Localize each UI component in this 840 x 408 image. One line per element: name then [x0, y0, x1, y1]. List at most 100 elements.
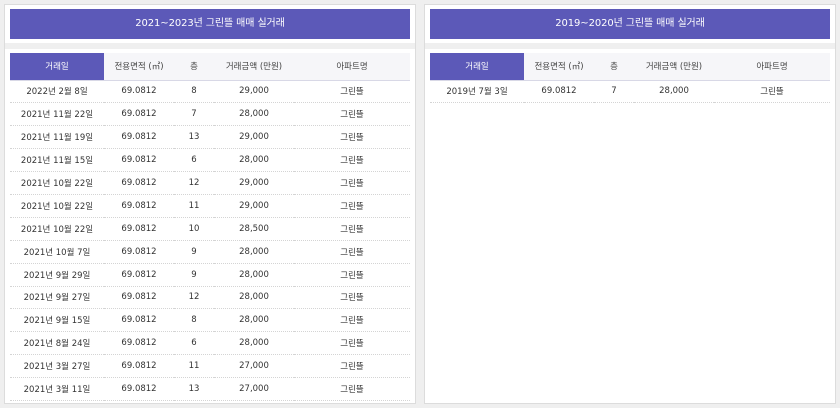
- cell-apt-name: 그린뜰: [294, 240, 410, 264]
- table-row: 2021년 10월 22일 69.0812 10 28,500 그린뜰: [10, 217, 410, 241]
- cell-floor: 6: [174, 148, 214, 173]
- cell-price: 29,000: [214, 125, 294, 150]
- cell-floor: 10: [174, 217, 214, 241]
- table-header-row: 거래일 전용면적 (㎡) 층 거래금액 (만원) 아파트명: [10, 53, 410, 81]
- cell-floor: 6: [174, 331, 214, 356]
- cell-apt-name: 그린뜰: [294, 263, 410, 287]
- table-row: 2021년 3월 11일 69.0812 13 27,000 그린뜰: [10, 377, 410, 401]
- cell-price: 29,000: [214, 80, 294, 104]
- cell-floor: 11: [174, 194, 214, 218]
- cell-price: 28,000: [634, 80, 714, 104]
- cell-apt-name: 그린뜰: [294, 217, 410, 241]
- cell-area: 69.0812: [104, 354, 174, 379]
- column-header-area: 전용면적 (㎡): [524, 53, 594, 81]
- cell-price: 28,000: [214, 240, 294, 264]
- cell-apt-name: 그린뜰: [294, 308, 410, 333]
- table-row: 2021년 8월 24일 69.0812 6 28,000 그린뜰: [10, 331, 410, 356]
- cell-floor: 7: [174, 102, 214, 127]
- column-header-floor: 층: [594, 53, 634, 81]
- cell-floor: 8: [174, 80, 214, 104]
- cell-area: 69.0812: [104, 148, 174, 173]
- cell-date: 2021년 8월 24일: [10, 331, 104, 356]
- table-row: 2021년 10월 22일 69.0812 12 29,000 그린뜰: [10, 171, 410, 195]
- cell-area: 69.0812: [104, 240, 174, 264]
- column-header-price: 거래금액 (만원): [634, 53, 714, 81]
- left-transactions-table: 거래일 전용면적 (㎡) 층 거래금액 (만원) 아파트명 2022년 2월 8…: [10, 53, 410, 401]
- cell-floor: 9: [174, 240, 214, 264]
- left-panel-title: 2021~2023년 그린뜰 매매 실거래: [10, 9, 410, 39]
- cell-price: 28,000: [214, 331, 294, 356]
- right-table-body: 2019년 7월 3일 69.0812 7 28,000 그린뜰: [430, 80, 830, 104]
- cell-apt-name: 그린뜰: [294, 354, 410, 379]
- left-panel: 2021~2023년 그린뜰 매매 실거래 거래일 전용면적 (㎡) 층 거래금…: [4, 4, 416, 404]
- column-header-date: 거래일: [430, 53, 524, 81]
- table-row: 2021년 3월 27일 69.0812 11 27,000 그린뜰: [10, 354, 410, 379]
- table-row: 2021년 11월 19일 69.0812 13 29,000 그린뜰: [10, 125, 410, 150]
- right-panel: 2019~2020년 그린뜰 매매 실거래 거래일 전용면적 (㎡) 층 거래금…: [424, 4, 836, 404]
- cell-date: 2021년 11월 15일: [10, 148, 104, 173]
- cell-price: 28,000: [214, 308, 294, 333]
- cell-price: 28,000: [214, 263, 294, 287]
- cell-date: 2022년 2월 8일: [10, 80, 104, 104]
- cell-apt-name: 그린뜰: [294, 125, 410, 150]
- cell-floor: 13: [174, 125, 214, 150]
- cell-area: 69.0812: [524, 80, 594, 104]
- table-row: 2021년 10월 22일 69.0812 11 29,000 그린뜰: [10, 194, 410, 218]
- column-header-price: 거래금액 (만원): [214, 53, 294, 81]
- cell-area: 69.0812: [104, 286, 174, 310]
- table-row: 2021년 10월 7일 69.0812 9 28,000 그린뜰: [10, 240, 410, 264]
- column-header-area: 전용면적 (㎡): [104, 53, 174, 81]
- cell-date: 2021년 3월 27일: [10, 354, 104, 379]
- cell-floor: 12: [174, 171, 214, 195]
- cell-area: 69.0812: [104, 194, 174, 218]
- left-panel-body: 거래일 전용면적 (㎡) 층 거래금액 (만원) 아파트명 2022년 2월 8…: [5, 43, 415, 403]
- cell-date: 2021년 10월 22일: [10, 217, 104, 241]
- right-panel-body: 거래일 전용면적 (㎡) 층 거래금액 (만원) 아파트명 2019년 7월 3…: [425, 43, 835, 403]
- table-row: 2021년 11월 22일 69.0812 7 28,000 그린뜰: [10, 102, 410, 127]
- cell-price: 28,500: [214, 217, 294, 241]
- cell-date: 2021년 10월 22일: [10, 171, 104, 195]
- cell-area: 69.0812: [104, 125, 174, 150]
- cell-area: 69.0812: [104, 308, 174, 333]
- cell-area: 69.0812: [104, 217, 174, 241]
- cell-apt-name: 그린뜰: [294, 102, 410, 127]
- cell-date: 2021년 10월 22일: [10, 194, 104, 218]
- cell-area: 69.0812: [104, 80, 174, 104]
- cell-price: 28,000: [214, 102, 294, 127]
- cell-date: 2021년 9월 29일: [10, 263, 104, 287]
- cell-date: 2021년 11월 22일: [10, 102, 104, 127]
- cell-date: 2021년 11월 19일: [10, 125, 104, 150]
- cell-area: 69.0812: [104, 331, 174, 356]
- cell-area: 69.0812: [104, 102, 174, 127]
- cell-floor: 8: [174, 308, 214, 333]
- cell-area: 69.0812: [104, 263, 174, 287]
- table-row: 2021년 11월 15일 69.0812 6 28,000 그린뜰: [10, 148, 410, 173]
- cell-price: 27,000: [214, 354, 294, 379]
- cell-price: 29,000: [214, 171, 294, 195]
- column-header-date: 거래일: [10, 53, 104, 81]
- cell-apt-name: 그린뜰: [294, 148, 410, 173]
- cell-date: 2021년 10월 7일: [10, 240, 104, 264]
- table-row: 2021년 9월 27일 69.0812 12 28,000 그린뜰: [10, 286, 410, 310]
- table-header-row: 거래일 전용면적 (㎡) 층 거래금액 (만원) 아파트명: [430, 53, 830, 81]
- cell-apt-name: 그린뜰: [294, 377, 410, 401]
- cell-area: 69.0812: [104, 377, 174, 401]
- cell-floor: 13: [174, 377, 214, 401]
- cell-price: 29,000: [214, 194, 294, 218]
- right-panel-title: 2019~2020년 그린뜰 매매 실거래: [430, 9, 830, 39]
- right-transactions-table: 거래일 전용면적 (㎡) 층 거래금액 (만원) 아파트명 2019년 7월 3…: [430, 53, 830, 104]
- cell-area: 69.0812: [104, 171, 174, 195]
- cell-date: 2019년 7월 3일: [430, 80, 524, 104]
- cell-apt-name: 그린뜰: [714, 80, 830, 104]
- column-header-apt-name: 아파트명: [714, 53, 830, 81]
- cell-date: 2021년 9월 15일: [10, 308, 104, 333]
- column-header-apt-name: 아파트명: [294, 53, 410, 81]
- cell-price: 27,000: [214, 377, 294, 401]
- cell-apt-name: 그린뜰: [294, 286, 410, 310]
- left-table-body: 2022년 2월 8일 69.0812 8 29,000 그린뜰 2021년 11월 22…: [10, 80, 410, 401]
- cell-floor: 7: [594, 80, 634, 104]
- cell-floor: 9: [174, 263, 214, 287]
- cell-apt-name: 그린뜰: [294, 80, 410, 104]
- table-row: 2021년 9월 15일 69.0812 8 28,000 그린뜰: [10, 308, 410, 333]
- cell-date: 2021년 9월 27일: [10, 286, 104, 310]
